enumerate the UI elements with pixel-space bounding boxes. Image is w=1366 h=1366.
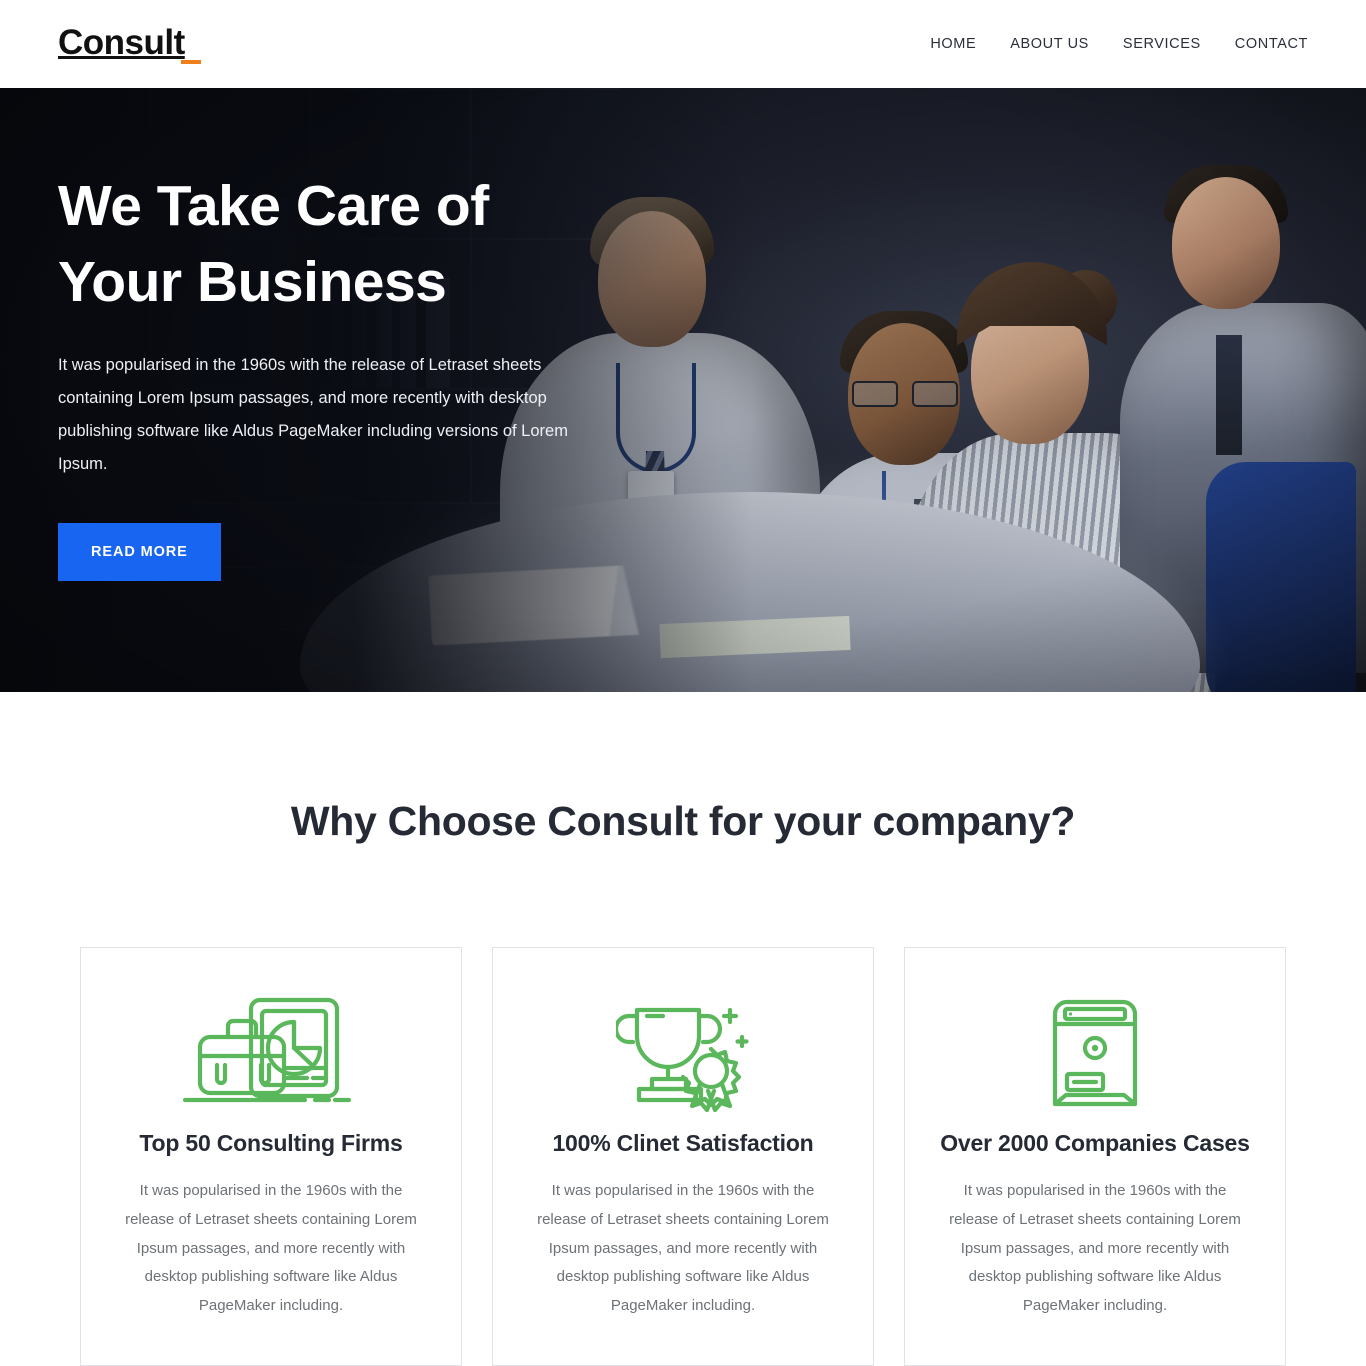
nav-item-about-us[interactable]: ABOUT US (993, 26, 1106, 62)
briefcase-chart-icon (115, 994, 427, 1112)
read-more-button[interactable]: READ MORE (58, 522, 221, 581)
nav-item-home[interactable]: HOME (913, 26, 993, 62)
feature-card-title: Over 2000 Companies Cases (940, 1130, 1250, 1156)
trophy-award-icon (527, 994, 839, 1112)
feature-card[interactable]: Top 50 Consulting Firms It was popularis… (80, 947, 462, 1366)
why-choose-section: Why Choose Consult for your company? Top… (0, 692, 1366, 1366)
feature-card-text: It was popularised in the 1960s with the… (537, 1182, 829, 1315)
hero-content: We Take Care of Your Business It was pop… (58, 168, 658, 581)
hero-title: We Take Care of Your Business (58, 168, 658, 321)
brand-logo[interactable]: Consult (58, 22, 201, 64)
hero-description: It was popularised in the 1960s with the… (58, 355, 568, 473)
hero-title-line-2: Your Business (58, 250, 447, 315)
hero-title-line-1: We Take Care of (58, 174, 489, 238)
hero-section: We Take Care of Your Business It was pop… (0, 88, 1366, 692)
feature-cards-row: Top 50 Consulting Firms It was popularis… (0, 947, 1366, 1366)
feature-card-title: Top 50 Consulting Firms (139, 1130, 403, 1156)
feature-card[interactable]: 100% Clinet Satisfaction It was populari… (492, 947, 874, 1366)
brand-accent-underline (181, 59, 201, 64)
nav-item-contact[interactable]: CONTACT (1218, 26, 1308, 62)
feature-card-text: It was popularised in the 1960s with the… (949, 1182, 1241, 1315)
site-header: Consult HOME ABOUT US SERVICES CONTACT (0, 0, 1366, 88)
brand-logo-text: Consult (58, 22, 185, 62)
feature-card[interactable]: Over 2000 Companies Cases It was popular… (904, 947, 1286, 1366)
section-title: Why Choose Consult for your company? (290, 798, 1076, 844)
nav-item-services[interactable]: SERVICES (1106, 26, 1218, 62)
feature-card-text: It was popularised in the 1960s with the… (125, 1182, 417, 1315)
feature-card-title: 100% Clinet Satisfaction (552, 1130, 814, 1156)
safe-vault-icon (939, 994, 1251, 1112)
main-navigation: HOME ABOUT US SERVICES CONTACT (913, 26, 1308, 62)
